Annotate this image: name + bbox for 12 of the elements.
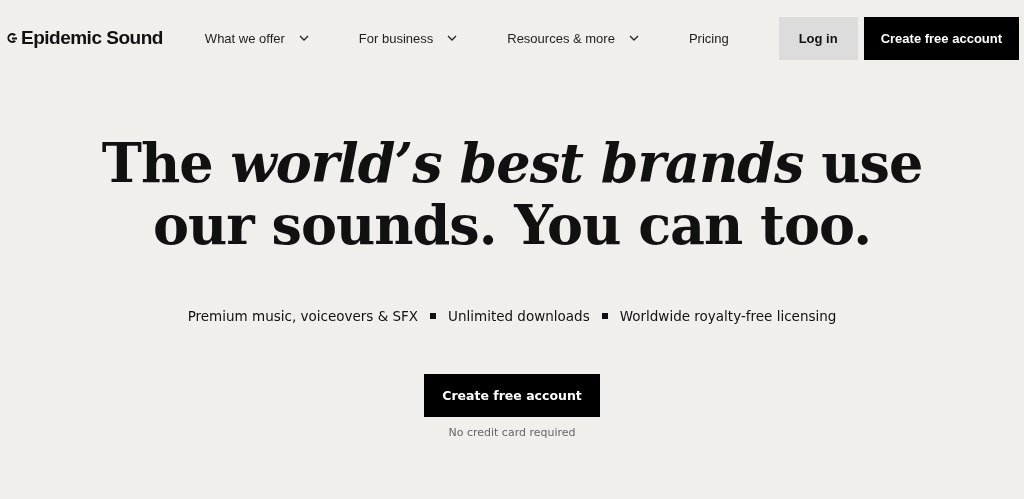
cta-button[interactable]: Create free account	[424, 374, 600, 417]
nav-menu-item[interactable]: For business	[358, 30, 458, 46]
note-text: No credit card required	[448, 426, 576, 439]
nav-menu-item[interactable]: Pricing	[688, 30, 729, 46]
login-button[interactable]: Log in	[778, 16, 858, 60]
feature-text: Unlimited downloads	[448, 308, 590, 324]
nav-menu-item[interactable]: What we offer	[204, 30, 309, 46]
hero-headline: The world’s best brands use our sounds. You can too.	[101, 132, 923, 256]
feature-text: Worldwide royalty-free licensing	[619, 308, 837, 324]
feature-text: Premium music, voiceovers & SFX	[187, 308, 419, 324]
signup-button[interactable]: Create free account	[863, 16, 1020, 60]
nav-menu-item[interactable]: Resources & more	[507, 30, 639, 46]
